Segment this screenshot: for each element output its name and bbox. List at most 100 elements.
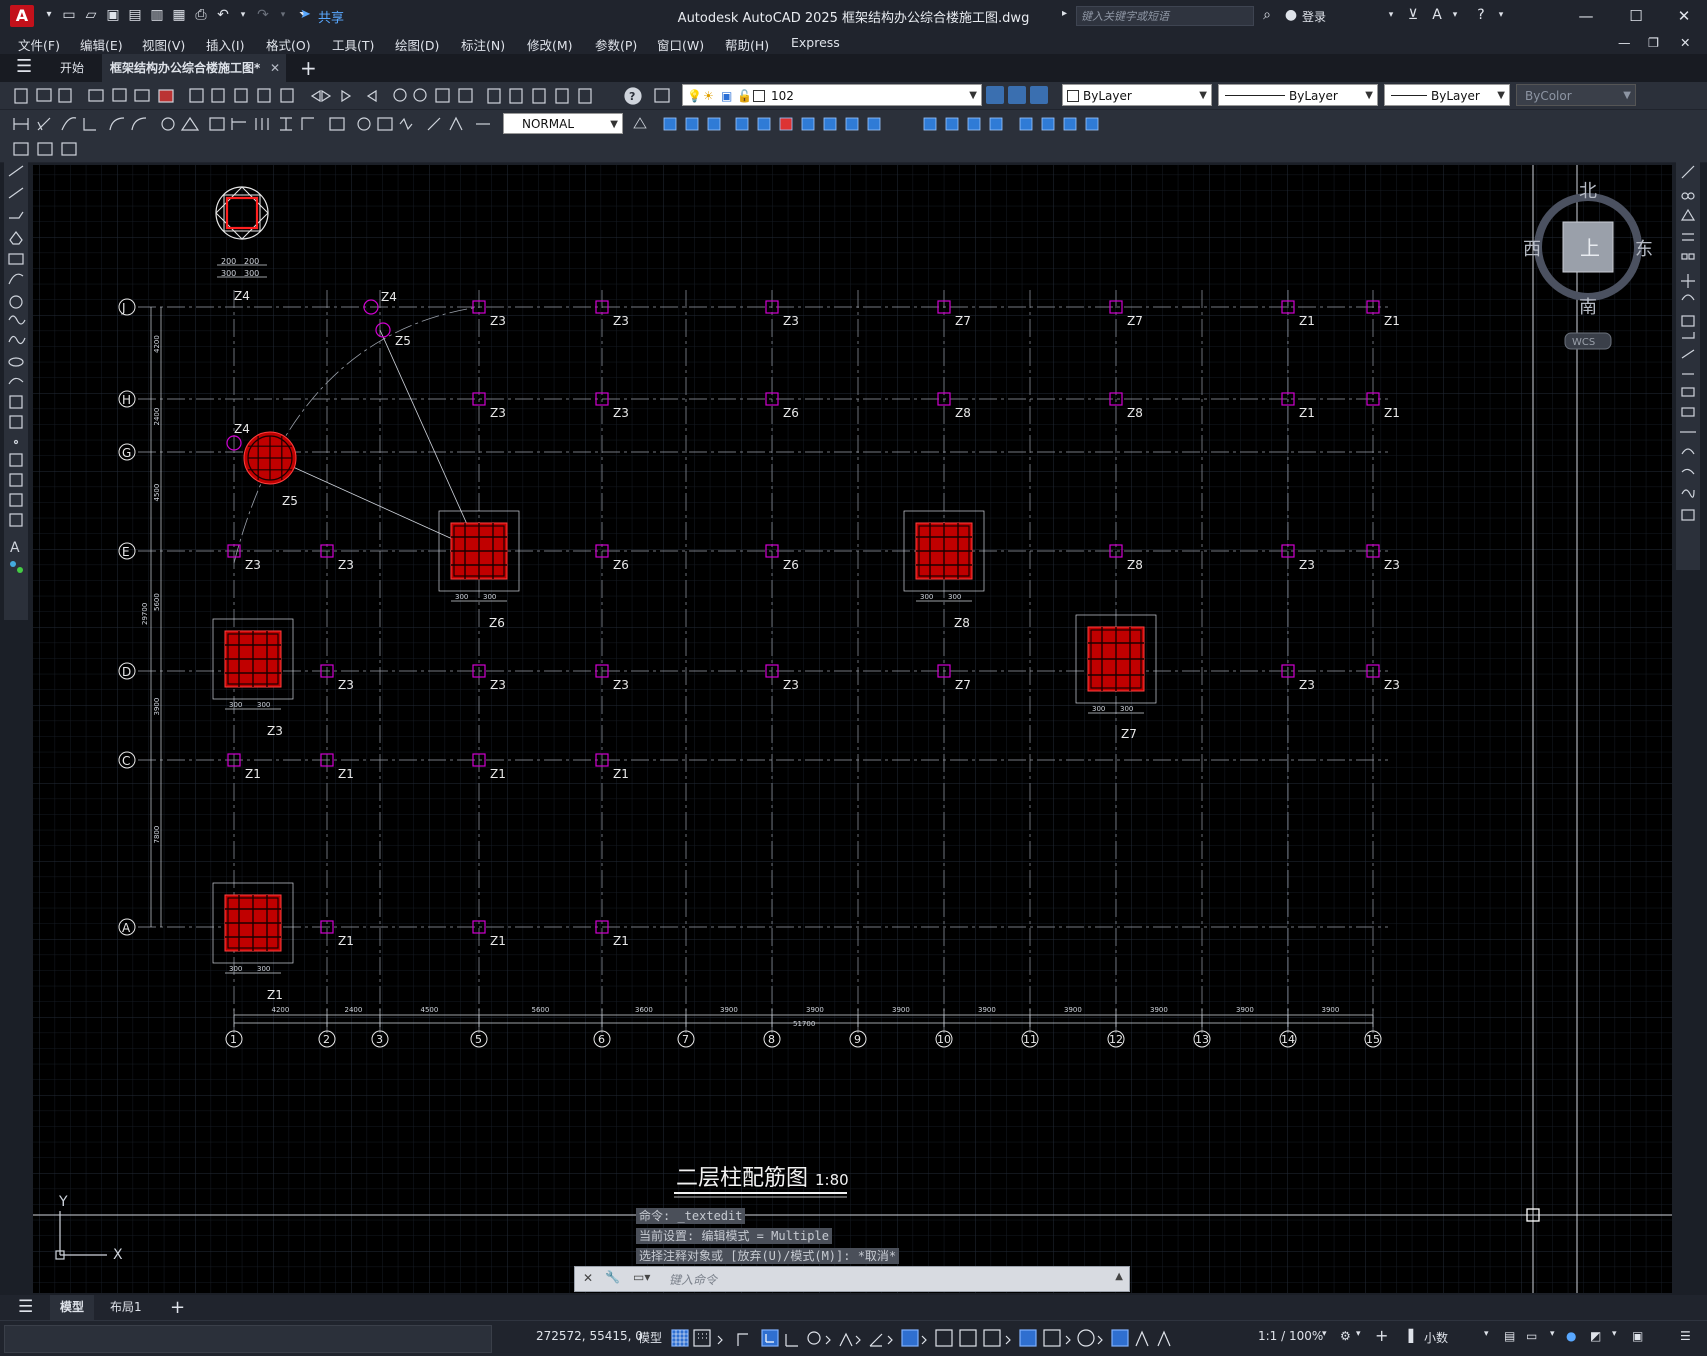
- cursor-coordinates[interactable]: 272572, 55415, 0: [536, 1329, 643, 1343]
- tab-drawing[interactable]: 框架结构办公综合楼施工图* ✕: [102, 54, 286, 82]
- menu-format[interactable]: 格式(O): [266, 35, 311, 54]
- layout-menu-icon[interactable]: ☰: [8, 1295, 43, 1320]
- menu-file[interactable]: 文件(F): [18, 35, 60, 54]
- units-dropdown-chevron-icon[interactable]: ▾: [1484, 1329, 1489, 1339]
- share-button[interactable]: 共享: [318, 7, 344, 26]
- share-icon[interactable]: ➤: [300, 7, 311, 22]
- open-from-web-icon[interactable]: ▥: [148, 6, 166, 24]
- menu-window[interactable]: 窗口(W): [657, 35, 704, 54]
- autocad-app-icon[interactable]: A: [10, 5, 34, 27]
- viewcube-south-label[interactable]: 南: [1579, 297, 1597, 318]
- menu-draw[interactable]: 绘图(D): [395, 35, 439, 54]
- viewcube-north-label[interactable]: 北: [1579, 181, 1597, 202]
- maximize-window-icon[interactable]: ☐: [1616, 4, 1656, 28]
- save-to-web-icon[interactable]: ▦: [170, 6, 188, 24]
- hardware-dropdown-icon[interactable]: ▾: [1612, 1329, 1617, 1339]
- tab-start[interactable]: 开始: [52, 54, 92, 82]
- autodesk-a360-icon[interactable]: A: [1428, 6, 1446, 24]
- menu-help[interactable]: 帮助(H): [725, 35, 769, 54]
- linetype-dropdown[interactable]: ByLayer ▼: [1218, 84, 1378, 106]
- command-history-expand-icon[interactable]: ▲: [1115, 1271, 1123, 1282]
- isolate-objects-icon[interactable]: ●: [1566, 1329, 1576, 1343]
- help-icon[interactable]: ?: [1472, 6, 1490, 24]
- menu-parametric[interactable]: 参数(P): [595, 35, 637, 54]
- wcs-menu[interactable]: WCS: [1572, 337, 1595, 348]
- expand-search-icon[interactable]: ▸: [1062, 8, 1067, 19]
- doc-restore-icon[interactable]: ❐: [1648, 35, 1659, 50]
- login-dropdown-icon[interactable]: ▾: [1382, 6, 1400, 24]
- undo-dropdown-icon[interactable]: ▾: [234, 6, 252, 24]
- command-input[interactable]: 键入命令: [669, 1271, 717, 1288]
- customize-command-icon[interactable]: 🔧: [605, 1270, 620, 1284]
- plot-icon[interactable]: ⎙: [192, 6, 210, 24]
- close-tab-icon[interactable]: ✕: [270, 54, 280, 82]
- plotstyle-dropdown[interactable]: ByColor ▼: [1516, 84, 1636, 106]
- layer-tools-icons[interactable]: [986, 86, 1048, 104]
- workspace-gear-icon[interactable]: ⚙: [1340, 1329, 1351, 1343]
- lineweight-dropdown[interactable]: ByLayer ▼: [1384, 84, 1510, 106]
- close-window-icon[interactable]: ✕: [1664, 4, 1704, 28]
- layer-dropdown[interactable]: 💡 ☀ ▣ 🔓 102 ▼: [682, 84, 982, 106]
- menu-dimension[interactable]: 标注(N): [461, 35, 505, 54]
- open-folder-icon[interactable]: ▱: [82, 6, 100, 24]
- units-dropdown[interactable]: 小数: [1424, 1329, 1448, 1346]
- menu-view[interactable]: 视图(V): [142, 35, 185, 54]
- cad-drawing[interactable]: 4200 2400 4500 5600 3600 3900 3900 3900 3900 3900…: [33, 165, 1672, 1293]
- draw-tool-icons[interactable]: A: [4, 160, 28, 620]
- column-label-21: Z3: [338, 678, 354, 692]
- quick-properties-icon[interactable]: ▤: [1504, 1329, 1515, 1343]
- annotation-scale-dropdown-icon[interactable]: ▾: [1322, 1329, 1327, 1339]
- user-icon[interactable]: ●: [1282, 6, 1300, 24]
- tab-model[interactable]: 模型: [50, 1295, 95, 1320]
- status-bar-icons[interactable]: [668, 1326, 1698, 1352]
- lock-ui-icon[interactable]: ▭: [1526, 1329, 1537, 1343]
- tab-layout1[interactable]: 布局1: [100, 1295, 152, 1320]
- redo-icon[interactable]: ↷: [254, 6, 272, 24]
- recent-commands-icon[interactable]: ▭▾: [633, 1270, 650, 1284]
- undo-icon[interactable]: ↶: [214, 6, 232, 24]
- clean-screen-icon[interactable]: ▣: [1632, 1329, 1643, 1343]
- model-space-toggle[interactable]: 模型: [638, 1329, 662, 1346]
- standard-toolbar-icons[interactable]: ?: [0, 82, 720, 109]
- menu-tools[interactable]: 工具(T): [332, 35, 374, 54]
- modify-tool-icons[interactable]: [1676, 160, 1700, 570]
- redo-dropdown-icon[interactable]: ▾: [274, 6, 292, 24]
- minimize-window-icon[interactable]: —: [1566, 4, 1606, 28]
- new-tab-plus-icon[interactable]: +: [292, 54, 325, 82]
- menu-express[interactable]: Express: [791, 35, 840, 50]
- command-line[interactable]: ✕ 🔧 ▭▾ 键入命令 ▲: [574, 1266, 1130, 1292]
- drawing-canvas[interactable]: 4200 2400 4500 5600 3600 3900 3900 3900 3900 3900…: [33, 165, 1672, 1293]
- viewcube-west-label[interactable]: 西: [1523, 239, 1541, 260]
- dimstyle-dropdown[interactable]: NORMAL ▼: [503, 113, 623, 134]
- app-menu-chevron-icon[interactable]: ▾: [40, 6, 58, 24]
- help-dropdown-icon[interactable]: ▾: [1492, 6, 1510, 24]
- a360-dropdown-icon[interactable]: ▾: [1446, 6, 1464, 24]
- viewcube-east-label[interactable]: 东: [1635, 239, 1653, 260]
- dim-text-bottom-7: 3900: [892, 1006, 910, 1014]
- save-icon[interactable]: ▣: [104, 6, 122, 24]
- close-command-line-icon[interactable]: ✕: [583, 1271, 593, 1285]
- color-dropdown[interactable]: ByLayer ▼: [1062, 84, 1212, 106]
- add-layout-plus-icon[interactable]: +: [160, 1295, 195, 1320]
- search-input[interactable]: 键入关键字或短语: [1076, 6, 1254, 26]
- search-icon[interactable]: ⌕: [1258, 6, 1276, 24]
- lock-ui-dropdown-icon[interactable]: ▾: [1550, 1329, 1555, 1339]
- menu-insert[interactable]: 插入(I): [206, 35, 244, 54]
- login-button[interactable]: 登录: [1302, 8, 1326, 25]
- dimension-toolbar-icons[interactable]: [0, 110, 500, 137]
- doc-close-icon[interactable]: ✕: [1680, 35, 1690, 50]
- save-as-icon[interactable]: ▤: [126, 6, 144, 24]
- solid-toolbar-icons[interactable]: [626, 110, 1146, 137]
- annotation-monitor-plus-icon[interactable]: +: [1375, 1326, 1388, 1345]
- menu-modify[interactable]: 修改(M): [527, 35, 573, 54]
- menu-edit[interactable]: 编辑(E): [80, 35, 123, 54]
- store-cart-icon[interactable]: ⊻: [1404, 6, 1422, 24]
- render-toolbar-icons[interactable]: [10, 137, 100, 162]
- doc-minimize-icon[interactable]: —: [1618, 35, 1631, 50]
- annotation-scale[interactable]: 1:1 / 100%: [1258, 1329, 1323, 1343]
- workspace-dropdown-icon[interactable]: ▾: [1356, 1329, 1361, 1339]
- hardware-acceleration-icon[interactable]: ◩: [1590, 1329, 1601, 1343]
- new-file-icon[interactable]: ▭: [60, 6, 78, 24]
- hamburger-menu-icon[interactable]: ☰: [8, 54, 40, 82]
- customize-status-bar-icon[interactable]: ☰: [1680, 1329, 1691, 1343]
